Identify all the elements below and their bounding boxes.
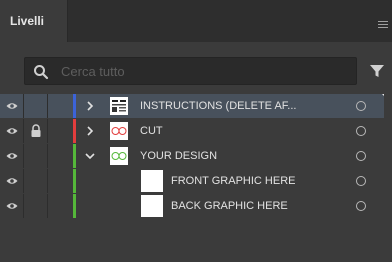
tab-layers-label: Livelli	[10, 14, 45, 28]
layer-name[interactable]: INSTRUCTIONS (delete af...	[140, 94, 296, 118]
chevron-right-icon[interactable]	[84, 125, 96, 137]
layer-thumbnail	[110, 122, 128, 140]
layer-color-indicator	[73, 144, 76, 168]
eye-icon	[6, 178, 18, 184]
visibility-toggle[interactable]	[0, 119, 24, 143]
visibility-toggle[interactable]	[0, 144, 24, 168]
panel-menu-icon[interactable]	[378, 21, 388, 31]
eye-icon	[6, 153, 18, 159]
visibility-toggle[interactable]	[0, 94, 24, 118]
eye-icon	[6, 128, 18, 134]
chevron-right-icon[interactable]	[84, 100, 96, 112]
layer-name[interactable]: YOUR DESIGN	[140, 144, 217, 168]
layer-name[interactable]: BACK GRAPHIC HERE	[171, 194, 288, 218]
search-input[interactable]	[61, 58, 351, 84]
target-icon[interactable]	[356, 101, 366, 111]
layer-color-indicator	[73, 194, 76, 218]
target-icon[interactable]	[356, 151, 366, 161]
lock-toggle[interactable]	[24, 94, 48, 118]
layer-row-your-design[interactable]: YOUR DESIGN	[0, 144, 392, 168]
target-icon[interactable]	[356, 176, 366, 186]
layer-row-front-graphic[interactable]: FRONT GRAPHIC HERE	[0, 169, 392, 193]
target-icon[interactable]	[356, 201, 366, 211]
layer-name[interactable]: CUT	[140, 119, 163, 143]
layer-thumbnail	[141, 195, 163, 217]
tab-layers[interactable]: Livelli	[0, 0, 68, 42]
layer-row-instructions[interactable]: INSTRUCTIONS (delete af...	[0, 94, 392, 118]
layer-name[interactable]: FRONT GRAPHIC HERE	[171, 169, 295, 193]
lock-toggle[interactable]	[24, 169, 48, 193]
target-icon[interactable]	[356, 126, 366, 136]
visibility-toggle[interactable]	[0, 194, 24, 218]
layer-list: INSTRUCTIONS (delete af... C	[0, 94, 392, 262]
layer-color-indicator	[73, 119, 76, 143]
layer-row-cut[interactable]: CUT	[0, 119, 392, 143]
eye-icon	[6, 203, 18, 209]
layer-color-indicator	[73, 169, 76, 193]
layer-thumbnail	[110, 147, 128, 165]
layer-color-indicator	[73, 94, 76, 118]
visibility-toggle[interactable]	[0, 169, 24, 193]
search-field[interactable]	[24, 57, 357, 85]
search-icon	[34, 65, 49, 80]
lock-icon	[31, 124, 41, 137]
lock-toggle[interactable]	[24, 144, 48, 168]
eye-icon	[6, 103, 18, 109]
lock-toggle[interactable]	[24, 194, 48, 218]
search-bar	[0, 42, 392, 94]
chevron-down-icon[interactable]	[84, 150, 96, 162]
layer-thumbnail	[110, 97, 128, 115]
panel-tabbar: Livelli	[0, 0, 392, 42]
layer-row-back-graphic[interactable]: BACK GRAPHIC HERE	[0, 194, 392, 218]
lock-toggle[interactable]	[24, 119, 48, 143]
filter-icon[interactable]	[369, 63, 385, 79]
scrollbar[interactable]	[384, 94, 392, 262]
layer-thumbnail	[141, 170, 163, 192]
